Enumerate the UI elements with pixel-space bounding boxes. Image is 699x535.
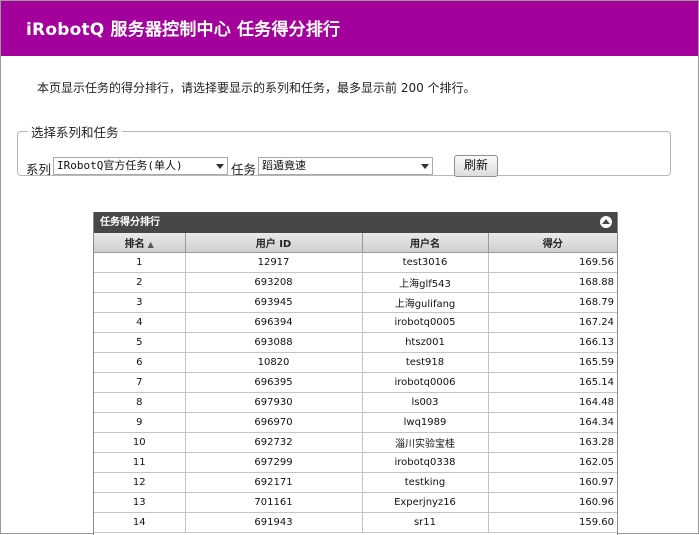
username-cell: Experjnyz16 [362,492,489,513]
column-header-score[interactable]: 得分 [488,233,617,253]
series-select-value: IRobotQ官方任务(单人) [57,159,183,172]
username-cell: 上海glf543 [362,272,489,293]
table-row: 2 693208 上海glf543 168.88 [94,272,617,293]
table-row: 13 701161 Experjnyz16 160.96 [94,492,617,513]
score-cell: 169.56 [488,252,617,273]
table-row: 5 693088 htsz001 166.13 [94,332,617,353]
rank-cell: 10 [94,432,186,453]
rank-cell: 1 [94,252,186,273]
table-row: 4 696394 irobotq0005 167.24 [94,312,617,333]
table-row: 6 10820 test918 165.59 [94,352,617,373]
score-cell: 165.59 [488,352,617,373]
user-id-cell: 693208 [185,272,363,293]
score-cell: 166.13 [488,332,617,353]
column-header-username[interactable]: 用户名 [362,233,489,253]
user-id-cell: 696395 [185,372,363,393]
username-cell: sr11 [362,512,489,533]
score-cell: 168.79 [488,292,617,313]
rank-cell: 3 [94,292,186,313]
rank-cell: 5 [94,332,186,353]
table-row: 14 691943 sr11 159.60 [94,512,617,533]
ranking-table: 排名 ▲ 用户 ID 用户名 得分 1 12917 test3016 169.56 2 69… [94,233,617,533]
rank-cell: 6 [94,352,186,373]
rank-cell: 9 [94,412,186,433]
ranking-panel: 任务得分排行 排名 ▲ 用户 ID 用户名 得分 1 12917 test3016 16… [93,212,618,535]
username-cell: ls003 [362,392,489,413]
table-row: 11 697299 irobotq0338 162.05 [94,452,617,473]
user-id-cell: 692171 [185,472,363,493]
refresh-button[interactable]: 刷新 [454,155,498,177]
rank-cell: 11 [94,452,186,473]
task-label: 任务 [231,162,257,177]
table-row: 7 696395 irobotq0006 165.14 [94,372,617,393]
page-title: iRobotQ 服务器控制中心 任务得分排行 [26,20,341,40]
score-cell: 160.97 [488,472,617,493]
username-cell: irobotq0005 [362,312,489,333]
username-cell: irobotq0338 [362,452,489,473]
rank-cell: 14 [94,512,186,533]
series-select[interactable]: IRobotQ官方任务(单人) [53,157,228,175]
selector-legend: 选择系列和任务 [31,125,119,140]
score-cell: 167.24 [488,312,617,333]
table-row: 9 696970 lwq1989 164.34 [94,412,617,433]
task-select[interactable]: 蹈遁竟速 [258,157,433,175]
score-cell: 159.60 [488,512,617,533]
username-cell: test918 [362,352,489,373]
user-id-cell: 691943 [185,512,363,533]
task-select-value: 蹈遁竟速 [262,159,306,172]
score-cell: 164.34 [488,412,617,433]
ranking-panel-header: 任务得分排行 [94,212,617,233]
table-row: 3 693945 上海gulifang 168.79 [94,292,617,313]
column-header-user-id[interactable]: 用户 ID [185,233,363,253]
chevron-down-icon [421,164,429,169]
username-cell: lwq1989 [362,412,489,433]
series-task-selector: 选择系列和任务 系列 IRobotQ官方任务(单人) 任务 蹈遁竟速 刷新 [17,122,671,177]
selector-row: 系列 IRobotQ官方任务(单人) 任务 蹈遁竟速 刷新 [26,155,646,177]
table-header-row: 排名 ▲ 用户 ID 用户名 得分 [94,233,617,253]
rank-cell: 7 [94,372,186,393]
rank-cell: 12 [94,472,186,493]
intro-text: 本页显示任务的得分排行，请选择要显示的系列和任务，最多显示前 200 个排行。 [37,81,476,95]
score-cell: 165.14 [488,372,617,393]
user-id-cell: 696970 [185,412,363,433]
user-id-cell: 10820 [185,352,363,373]
user-id-cell: 697299 [185,452,363,473]
user-id-cell: 697930 [185,392,363,413]
sort-icon: ▲ [147,240,154,249]
collapse-icon[interactable] [600,216,612,228]
user-id-cell: 693945 [185,292,363,313]
rank-cell: 4 [94,312,186,333]
table-row: 8 697930 ls003 164.48 [94,392,617,413]
table-row: 12 692171 testking 160.97 [94,472,617,493]
username-cell: test3016 [362,252,489,273]
page-header: iRobotQ 服务器控制中心 任务得分排行 [1,1,698,56]
user-id-cell: 692732 [185,432,363,453]
rank-cell: 2 [94,272,186,293]
user-id-cell: 12917 [185,252,363,273]
score-cell: 163.28 [488,432,617,453]
column-header-rank[interactable]: 排名 ▲ [94,233,186,253]
table-row: 1 12917 test3016 169.56 [94,252,617,273]
score-cell: 168.88 [488,272,617,293]
username-cell: htsz001 [362,332,489,353]
username-cell: irobotq0006 [362,372,489,393]
ranking-panel-title: 任务得分排行 [100,217,160,228]
score-cell: 164.48 [488,392,617,413]
chevron-down-icon [216,164,224,169]
rank-cell: 8 [94,392,186,413]
username-cell: testking [362,472,489,493]
user-id-cell: 693088 [185,332,363,353]
user-id-cell: 701161 [185,492,363,513]
username-cell: 上海gulifang [362,292,489,313]
table-row: 10 692732 淄川实验宝桂 163.28 [94,432,617,453]
score-cell: 160.96 [488,492,617,513]
user-id-cell: 696394 [185,312,363,333]
series-label: 系列 [26,162,52,177]
username-cell: 淄川实验宝桂 [362,432,489,453]
score-cell: 162.05 [488,452,617,473]
rank-cell: 13 [94,492,186,513]
